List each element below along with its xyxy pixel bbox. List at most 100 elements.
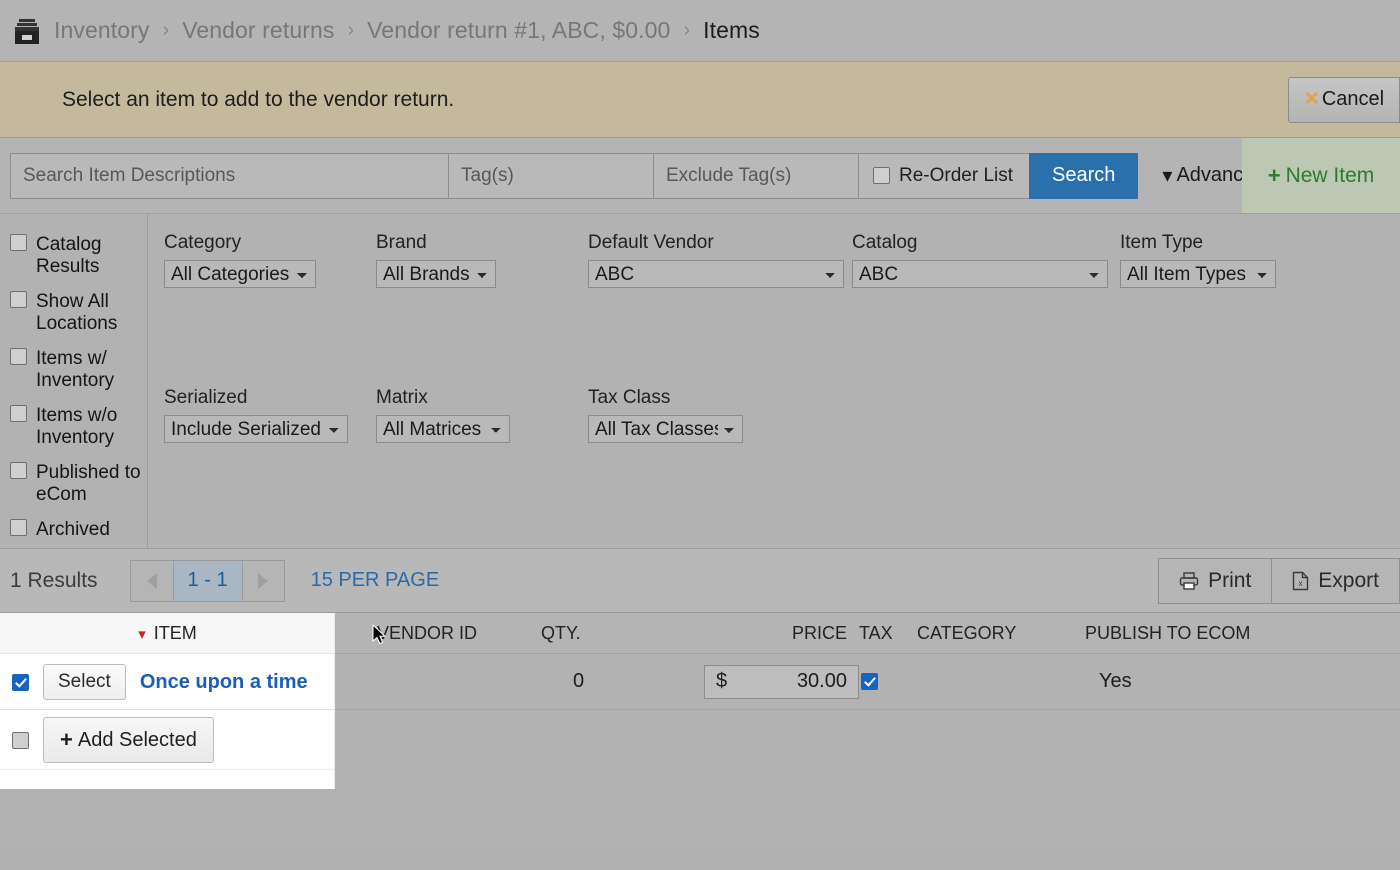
column-header-price[interactable]: PRICE [687,623,859,644]
reorder-list-filter[interactable]: Re-Order List [858,153,1029,199]
filter-serialized: Serialized Include Serialized [164,387,376,443]
sticky-row-item: Select Once upon a time [0,654,335,710]
tax-checkbox[interactable] [861,673,878,690]
export-button-label: Export [1318,569,1379,593]
filter-checkbox-sidebar: Catalog Results Show All Locations Items… [0,214,148,548]
filter-archived[interactable]: Archived [10,519,147,541]
filter-archived-label[interactable]: Archived [36,519,110,541]
filter-catalog: Catalog ABC [852,232,1120,288]
filter-catalog-results-checkbox[interactable] [10,234,27,251]
items-table: ▾ ITEM VENDOR ID QTY. PRICE TAX CATEGORY… [0,613,1400,849]
cell-tax [859,673,917,690]
svg-text:x: x [1299,579,1303,588]
new-item-label: New Item [1286,164,1375,188]
filter-default-vendor: Default Vendor ABC [588,232,852,288]
filter-show-all-locations-checkbox[interactable] [10,291,27,308]
row-select-checkbox[interactable] [12,674,29,691]
filter-show-all-locations-label[interactable]: Show All Locations [36,291,147,335]
cancel-button-label: Cancel [1322,88,1384,111]
column-header-category[interactable]: CATEGORY [917,623,1085,644]
exclude-tags-input[interactable] [653,153,858,199]
sticky-row-add-selected: + Add Selected [0,710,335,770]
per-page-selector[interactable]: 15 PER PAGE [311,569,440,592]
filter-catalog-label: Catalog [852,232,1120,254]
breadcrumb-item-inventory[interactable]: Inventory [54,17,150,44]
select-all-checkbox[interactable] [12,732,29,749]
excel-file-icon: x [1292,571,1309,591]
reorder-list-label[interactable]: Re-Order List [899,165,1013,187]
x-icon: ✕ [1304,88,1320,111]
filters-panel: Catalog Results Show All Locations Items… [0,214,1400,548]
add-selected-button[interactable]: + Add Selected [43,717,214,763]
notice-message: Select an item to add to the vendor retu… [62,88,454,112]
filter-show-all-locations[interactable]: Show All Locations [10,291,147,335]
pagination-prev-button[interactable] [131,561,173,601]
plus-icon: + [60,727,73,753]
breadcrumb-item-items: Items [703,17,760,44]
filter-tax-class-select[interactable]: All Tax Classes [588,415,743,443]
filter-brand-label: Brand [376,232,588,254]
filter-default-vendor-select[interactable]: ABC [588,260,844,288]
filter-published-to-ecom-label[interactable]: Published to eCom [36,462,147,506]
filter-items-without-inventory-label[interactable]: Items w/o Inventory [36,405,147,449]
filter-default-vendor-label: Default Vendor [588,232,852,254]
filter-serialized-label: Serialized [164,387,376,409]
filter-published-to-ecom-checkbox[interactable] [10,462,27,479]
column-header-tax[interactable]: TAX [859,623,917,644]
filter-items-without-inventory[interactable]: Items w/o Inventory [10,405,147,449]
inventory-box-icon [14,18,40,44]
filter-category: Category All Categories [164,232,376,288]
column-header-vendor-id[interactable]: VENDOR ID [335,623,527,644]
cancel-button[interactable]: ✕ Cancel [1288,77,1400,123]
tags-input[interactable] [448,153,653,199]
breadcrumb-separator: › [683,19,690,42]
sticky-column-header-item-label: ITEM [154,623,197,644]
breadcrumb-bar: Inventory › Vendor returns › Vendor retu… [0,0,1400,62]
filter-brand-select[interactable]: All Brands [376,260,496,288]
filter-dropdowns: Category All Categories Brand All Brands… [148,214,1400,548]
filter-matrix-select[interactable]: All Matrices [376,415,510,443]
filter-catalog-results-label[interactable]: Catalog Results [36,234,147,278]
breadcrumb-separator: › [163,19,170,42]
filter-item-type-select[interactable]: All Item Types [1120,260,1276,288]
filter-category-select[interactable]: All Categories [164,260,316,288]
triangle-right-icon [258,573,268,589]
cell-publish-to-ecom: Yes [1085,670,1345,693]
print-button[interactable]: Print [1158,558,1272,604]
filter-items-with-inventory[interactable]: Items w/ Inventory [10,348,147,392]
filter-items-with-inventory-label[interactable]: Items w/ Inventory [36,348,147,392]
filter-items-without-inventory-checkbox[interactable] [10,405,27,422]
plus-icon: + [1268,163,1281,189]
sticky-column-header-item[interactable]: ▾ ITEM [0,613,335,654]
column-header-qty[interactable]: QTY. [527,623,687,644]
pagination-next-button[interactable] [242,561,284,601]
column-header-publish-to-ecom[interactable]: PUBLISH TO ECOM [1085,623,1345,644]
pagination-range[interactable]: 1 - 1 [173,561,242,601]
breadcrumb-item-vendor-returns[interactable]: Vendor returns [182,17,334,44]
search-button[interactable]: Search [1029,153,1138,199]
filter-item-type-label: Item Type [1120,232,1276,254]
filter-published-to-ecom[interactable]: Published to eCom [10,462,147,506]
filter-tax-class: Tax Class All Tax Classes [588,387,743,443]
item-name-link[interactable]: Once upon a time [140,671,308,694]
print-button-label: Print [1208,569,1251,593]
results-count: 1 Results [10,569,98,593]
breadcrumb-item-vendor-return-detail[interactable]: Vendor return #1, ABC, $0.00 [367,17,670,44]
reorder-list-checkbox[interactable] [873,167,890,184]
new-item-button[interactable]: + New Item [1242,138,1400,213]
filter-catalog-select[interactable]: ABC [852,260,1108,288]
sticky-column-content: ▾ ITEM Select Once upon a time + Add Sel… [0,613,335,789]
chevron-down-icon: ▾ [138,625,146,643]
cell-qty: 0 [527,670,687,693]
search-input[interactable] [10,153,448,199]
export-button[interactable]: x Export [1272,558,1400,604]
search-toolbar: Re-Order List Search ▾ Advanced + New It… [0,138,1400,214]
triangle-left-icon [147,573,157,589]
filter-archived-checkbox[interactable] [10,519,27,536]
filter-items-with-inventory-checkbox[interactable] [10,348,27,365]
search-field-group: Re-Order List Search [10,153,1138,199]
select-button[interactable]: Select [43,664,126,700]
filter-catalog-results[interactable]: Catalog Results [10,234,147,278]
price-input[interactable]: $ 30.00 [704,665,859,699]
filter-serialized-select[interactable]: Include Serialized [164,415,348,443]
